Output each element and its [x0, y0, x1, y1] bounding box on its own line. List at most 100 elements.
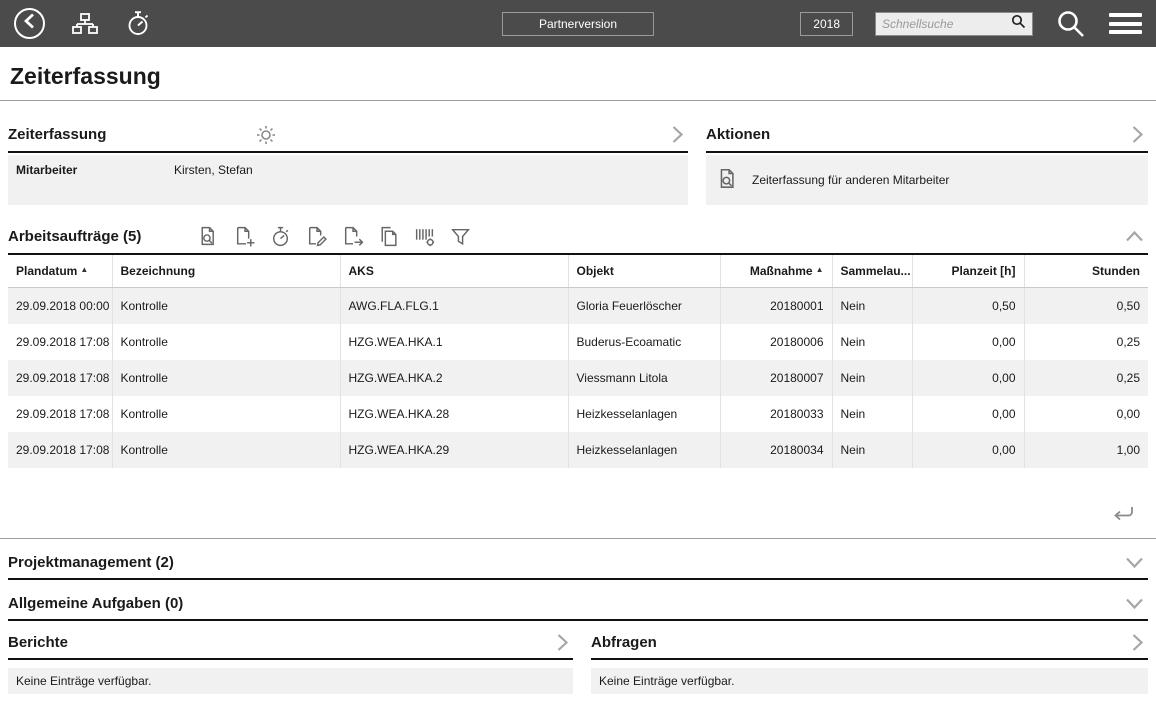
column-header-bezeichnung[interactable]: Bezeichnung — [112, 255, 340, 288]
filter-icon[interactable] — [449, 225, 472, 248]
panel-title-abfragen: Abfragen — [591, 634, 657, 651]
panel-title-aktionen: Aktionen — [706, 126, 770, 143]
table-cell: HZG.WEA.HKA.29 — [340, 432, 568, 468]
action-zeiterfassung-anderer-mitarbeiter[interactable]: Zeiterfassung für anderen Mitarbeiter — [706, 155, 1148, 205]
table-cell: 0,50 — [1024, 288, 1148, 324]
table-cell: Kontrolle — [112, 324, 340, 360]
table-cell: Buderus-Ecoamatic — [568, 324, 720, 360]
table-cell: 0,00 — [912, 432, 1024, 468]
chevron-right-icon[interactable] — [671, 125, 688, 144]
panel-aktionen: Aktionen Zeiterfassung für anderen Mitar… — [706, 117, 1148, 205]
table-cell: 0,00 — [912, 396, 1024, 432]
table-cell: 0,25 — [1024, 360, 1148, 396]
table-row[interactable]: 29.09.2018 00:00KontrolleAWG.FLA.FLG.1Gl… — [8, 288, 1148, 324]
table-cell: Nein — [832, 396, 912, 432]
chevron-right-icon[interactable] — [1131, 125, 1148, 144]
search-icon-large[interactable] — [1055, 8, 1087, 40]
table-cell: 29.09.2018 00:00 — [8, 288, 112, 324]
table-cell: Heizkesselanlagen — [568, 396, 720, 432]
table-cell: 20180034 — [720, 432, 832, 468]
chevron-down-icon — [1125, 597, 1148, 610]
table-cell: Viessmann Litola — [568, 360, 720, 396]
gear-icon[interactable] — [256, 125, 276, 150]
stopwatch-icon[interactable] — [125, 10, 151, 37]
chevron-right-icon[interactable] — [1131, 633, 1148, 652]
topbar: Partnerversion 2018 — [0, 0, 1156, 47]
section-projektmanagement[interactable]: Projektmanagement (2) — [8, 547, 1148, 580]
table-cell: 29.09.2018 17:08 — [8, 396, 112, 432]
arbeitsauftraege-toolbar — [197, 225, 472, 248]
return-icon[interactable] — [1110, 504, 1136, 530]
hierarchy-icon[interactable] — [71, 12, 99, 36]
stopwatch-icon[interactable] — [269, 225, 292, 248]
sort-asc-icon: ▲ — [80, 265, 88, 274]
table-cell: 29.09.2018 17:08 — [8, 432, 112, 468]
document-search-icon — [716, 167, 740, 194]
section-title-arbeitsauftraege: Arbeitsaufträge (5) — [8, 228, 141, 245]
column-header-aks[interactable]: AKS — [340, 255, 568, 288]
mitarbeiter-value: Kirsten, Stefan — [174, 163, 253, 177]
berichte-empty-message: Keine Einträge verfügbar. — [8, 668, 573, 694]
panel-title-berichte: Berichte — [8, 634, 68, 651]
table-cell: Nein — [832, 432, 912, 468]
add-document-icon[interactable] — [233, 225, 256, 248]
menu-icon[interactable] — [1109, 9, 1142, 39]
chevron-up-icon[interactable] — [1125, 230, 1148, 243]
table-row[interactable]: 29.09.2018 17:08KontrolleHZG.WEA.HKA.1Bu… — [8, 324, 1148, 360]
table-cell: 29.09.2018 17:08 — [8, 360, 112, 396]
copy-document-icon[interactable] — [377, 225, 400, 248]
table-cell: 0,25 — [1024, 324, 1148, 360]
edit-document-icon[interactable] — [305, 225, 328, 248]
table-cell: 0,50 — [912, 288, 1024, 324]
table-cell: HZG.WEA.HKA.1 — [340, 324, 568, 360]
table-cell: Gloria Feuerlöscher — [568, 288, 720, 324]
preview-document-icon[interactable] — [197, 225, 220, 248]
panel-zeiterfassung: Zeiterfassung Mitarbeiter Kirsten, S — [8, 117, 688, 205]
column-header-planzeit[interactable]: Planzeit [h] — [912, 255, 1024, 288]
column-header-stunden[interactable]: Stunden — [1024, 255, 1148, 288]
table-header-row: Plandatum▲ Bezeichnung AKS Objekt Maßnah… — [8, 255, 1148, 288]
mitarbeiter-field: Mitarbeiter Kirsten, Stefan — [8, 155, 688, 205]
table-cell: 29.09.2018 17:08 — [8, 324, 112, 360]
table-row[interactable]: 29.09.2018 17:08KontrolleHZG.WEA.HKA.2Vi… — [8, 360, 1148, 396]
column-header-massnahme[interactable]: Maßnahme▲ — [720, 255, 832, 288]
search-icon[interactable] — [1011, 14, 1026, 34]
quick-search-input[interactable] — [882, 17, 1011, 31]
abfragen-empty-message: Keine Einträge verfügbar. — [591, 668, 1148, 694]
table-cell: Kontrolle — [112, 432, 340, 468]
year-badge[interactable]: 2018 — [800, 12, 853, 36]
table-row[interactable]: 29.09.2018 17:08KontrolleHZG.WEA.HKA.28H… — [8, 396, 1148, 432]
section-title-projektmanagement: Projektmanagement (2) — [8, 554, 174, 571]
table-cell: Nein — [832, 288, 912, 324]
column-header-plandatum[interactable]: Plandatum▲ — [8, 255, 112, 288]
chevron-left-icon — [24, 13, 35, 34]
panel-title-zeiterfassung: Zeiterfassung — [8, 126, 106, 143]
section-allgemeine-aufgaben[interactable]: Allgemeine Aufgaben (0) — [8, 588, 1148, 621]
section-arbeitsauftraege: Arbeitsaufträge (5) — [8, 219, 1148, 538]
table-row[interactable]: 29.09.2018 17:08KontrolleHZG.WEA.HKA.29H… — [8, 432, 1148, 468]
table-cell: HZG.WEA.HKA.28 — [340, 396, 568, 432]
partnerversion-button[interactable]: Partnerversion — [502, 12, 654, 36]
barcode-settings-icon[interactable] — [413, 225, 436, 248]
table-cell: Nein — [832, 324, 912, 360]
mitarbeiter-label: Mitarbeiter — [16, 163, 174, 177]
action-label: Zeiterfassung für anderen Mitarbeiter — [752, 173, 949, 187]
chevron-right-icon[interactable] — [556, 633, 573, 652]
table-cell: 20180033 — [720, 396, 832, 432]
back-button[interactable] — [14, 8, 45, 39]
section-divider — [0, 538, 1156, 539]
table-cell: 20180001 — [720, 288, 832, 324]
section-title-allgemeine-aufgaben: Allgemeine Aufgaben (0) — [8, 595, 183, 612]
table-cell: Heizkesselanlagen — [568, 432, 720, 468]
table-cell: 20180007 — [720, 360, 832, 396]
column-header-objekt[interactable]: Objekt — [568, 255, 720, 288]
table-cell: 0,00 — [912, 324, 1024, 360]
table-cell: AWG.FLA.FLG.1 — [340, 288, 568, 324]
transfer-document-icon[interactable] — [341, 225, 364, 248]
table-cell: HZG.WEA.HKA.2 — [340, 360, 568, 396]
panel-abfragen: Abfragen Keine Einträge verfügbar. — [591, 627, 1148, 694]
panel-berichte: Berichte Keine Einträge verfügbar. — [8, 627, 573, 694]
chevron-down-icon — [1125, 556, 1148, 569]
column-header-sammelauftrag[interactable]: Sammelau... — [832, 255, 912, 288]
page-title: Zeiterfassung — [8, 47, 1148, 100]
